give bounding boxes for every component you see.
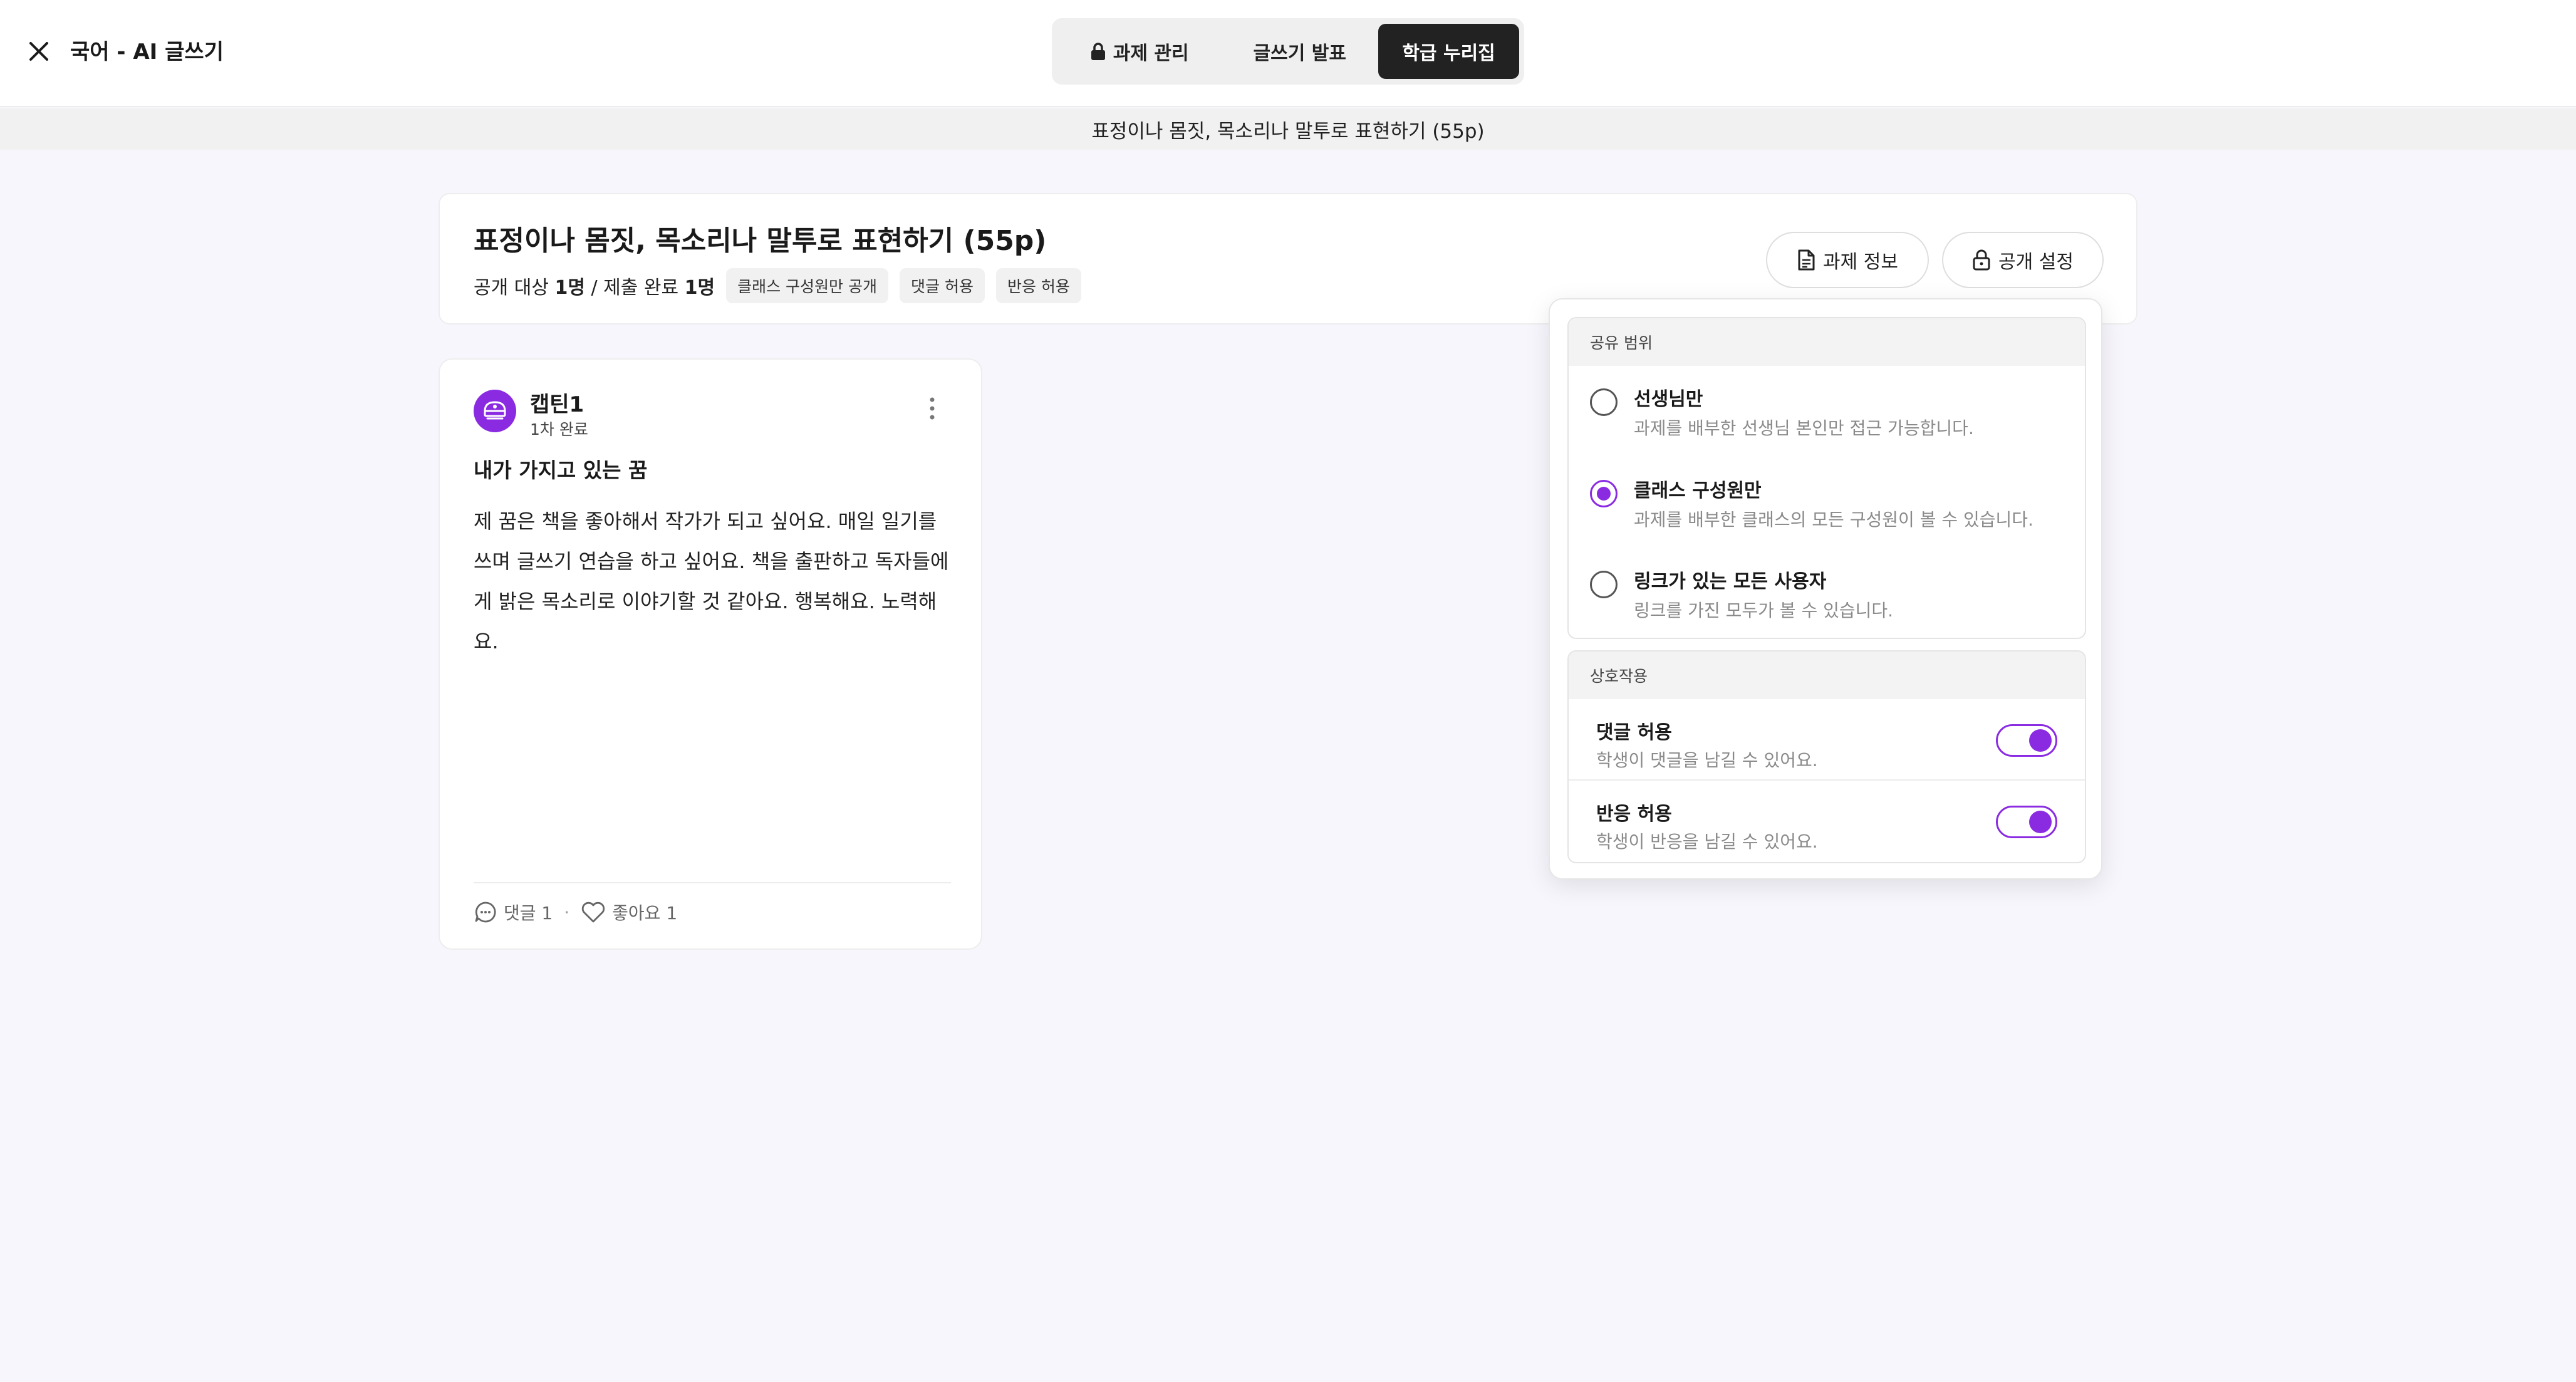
allow-reactions-toggle[interactable] xyxy=(1996,806,2057,838)
post-body: 제 꿈은 책을 좋아해서 작가가 되고 싶어요. 매일 일기를 쓰며 글쓰기 연… xyxy=(474,509,949,653)
sharing-scope-header: 공유 범위 xyxy=(1569,318,2085,366)
post-card[interactable]: 캡틴1 1차 완료 내가 가지고 있는 꿈 제 꿈은 책을 좋아해서 작가가 되… xyxy=(439,358,982,950)
option-description: 과제를 배부한 클래스의 모든 구성원이 볼 수 있습니다. xyxy=(1634,509,2033,530)
scope-option-class-members[interactable]: 클래스 구성원만 과제를 배부한 클래스의 모든 구성원이 볼 수 있습니다. xyxy=(1569,457,2085,545)
target-count: 1명 xyxy=(554,277,585,299)
post-title: 내가 가지고 있는 꿈 xyxy=(474,458,648,482)
interaction-panel: 상호작용 댓글 허용 학생이 댓글을 남길 수 있어요. 반응 허용 학생이 반… xyxy=(1567,650,2086,863)
heart-icon xyxy=(582,901,605,923)
toggle-description: 학생이 반응을 남길 수 있어요. xyxy=(1596,831,1818,852)
allow-comments-row: 댓글 허용 학생이 댓글을 남길 수 있어요. xyxy=(1569,699,2085,781)
toggle-title: 반응 허용 xyxy=(1596,803,1672,825)
visibility-settings-popover: 공유 범위 선생님만 과제를 배부한 선생님 본인만 접근 가능합니다. 클래스… xyxy=(1549,298,2102,880)
subheader-title: 표정이나 몸짓, 목소리나 말투로 표현하기 (55p) xyxy=(1091,120,1485,143)
app-title: 국어 - AI 글쓰기 xyxy=(70,39,224,65)
option-description: 링크를 가진 모두가 볼 수 있습니다. xyxy=(1634,600,1894,621)
submission-summary: 공개 대상 1명 / 제출 완료 1명 xyxy=(474,277,715,299)
comment-icon xyxy=(475,901,496,923)
assignment-info-label: 과제 정보 xyxy=(1823,251,1898,273)
submitted-count: 1명 xyxy=(684,277,715,299)
submission-status: 1차 완료 xyxy=(530,420,588,439)
option-title: 선생님만 xyxy=(1634,388,1703,410)
lock-icon xyxy=(1973,249,1990,271)
allow-comments-toggle[interactable] xyxy=(1996,724,2057,757)
document-icon xyxy=(1798,249,1815,271)
assignment-meta: 공개 대상 1명 / 제출 완료 1명 클래스 구성원만 공개 댓글 허용 반응… xyxy=(474,268,1081,303)
divider xyxy=(474,882,951,883)
lock-icon xyxy=(1091,43,1105,60)
like-button[interactable]: 좋아요 1 xyxy=(581,900,677,925)
option-title: 링크가 있는 모든 사용자 xyxy=(1634,571,1827,593)
assignment-title: 표정이나 몸짓, 목소리나 말투로 표현하기 (55p) xyxy=(474,225,1047,257)
tab-class-homepage[interactable]: 학급 누리집 xyxy=(1378,24,1519,79)
post-footer: 댓글 1 · 좋아요 1 xyxy=(474,900,677,925)
close-button[interactable] xyxy=(23,35,55,68)
sharing-scope-panel: 공유 범위 선생님만 과제를 배부한 선생님 본인만 접근 가능합니다. 클래스… xyxy=(1567,317,2086,639)
visibility-settings-button[interactable]: 공개 설정 xyxy=(1942,232,2104,288)
more-options-button[interactable] xyxy=(916,392,948,425)
avatar xyxy=(474,390,516,432)
close-icon xyxy=(29,42,48,61)
tab-group: 과제 관리 글쓰기 발표 학급 누리집 xyxy=(1052,18,1524,85)
tab-label: 과제 관리 xyxy=(1113,43,1189,65)
reactions-chip: 반응 허용 xyxy=(995,268,1081,303)
tab-label: 학급 누리집 xyxy=(1402,43,1495,65)
toggle-description: 학생이 댓글을 남길 수 있어요. xyxy=(1596,750,1818,771)
captain-hat-icon xyxy=(484,401,506,420)
comments-button[interactable]: 댓글 1 xyxy=(474,900,553,925)
top-header: 국어 - AI 글쓰기 과제 관리 글쓰기 발표 학급 누리집 xyxy=(0,0,2576,107)
visibility-settings-label: 공개 설정 xyxy=(1998,251,2074,273)
comments-count: 댓글 1 xyxy=(504,903,553,923)
option-description: 과제를 배부한 선생님 본인만 접근 가능합니다. xyxy=(1634,418,1974,439)
assignment-subheader: 표정이나 몸짓, 목소리나 말투로 표현하기 (55p) xyxy=(0,108,2576,150)
author-name: 캡틴1 xyxy=(530,392,584,417)
tab-writing-presentation[interactable]: 글쓰기 발표 xyxy=(1226,24,1373,79)
scope-option-anyone-with-link[interactable]: 링크가 있는 모든 사용자 링크를 가진 모두가 볼 수 있습니다. xyxy=(1569,548,2085,636)
separator-dot: · xyxy=(564,901,570,923)
radio-button[interactable] xyxy=(1590,388,1618,416)
more-vertical-icon xyxy=(930,397,935,420)
visibility-chip: 클래스 구성원만 공개 xyxy=(726,268,889,303)
radio-button-selected[interactable] xyxy=(1590,480,1618,507)
allow-reactions-row: 반응 허용 학생이 반응을 남길 수 있어요. xyxy=(1569,781,2085,862)
interaction-header: 상호작용 xyxy=(1569,652,2085,699)
likes-count: 좋아요 1 xyxy=(612,903,678,923)
tab-label: 글쓰기 발표 xyxy=(1253,43,1346,65)
assignment-info-button[interactable]: 과제 정보 xyxy=(1766,232,1929,288)
option-title: 클래스 구성원만 xyxy=(1634,480,1762,502)
radio-button[interactable] xyxy=(1590,571,1618,598)
toggle-title: 댓글 허용 xyxy=(1596,722,1672,744)
comments-chip: 댓글 허용 xyxy=(900,268,985,303)
scope-option-teacher-only[interactable]: 선생님만 과제를 배부한 선생님 본인만 접근 가능합니다. xyxy=(1569,366,2085,454)
tab-assignment-management[interactable]: 과제 관리 xyxy=(1057,24,1221,79)
